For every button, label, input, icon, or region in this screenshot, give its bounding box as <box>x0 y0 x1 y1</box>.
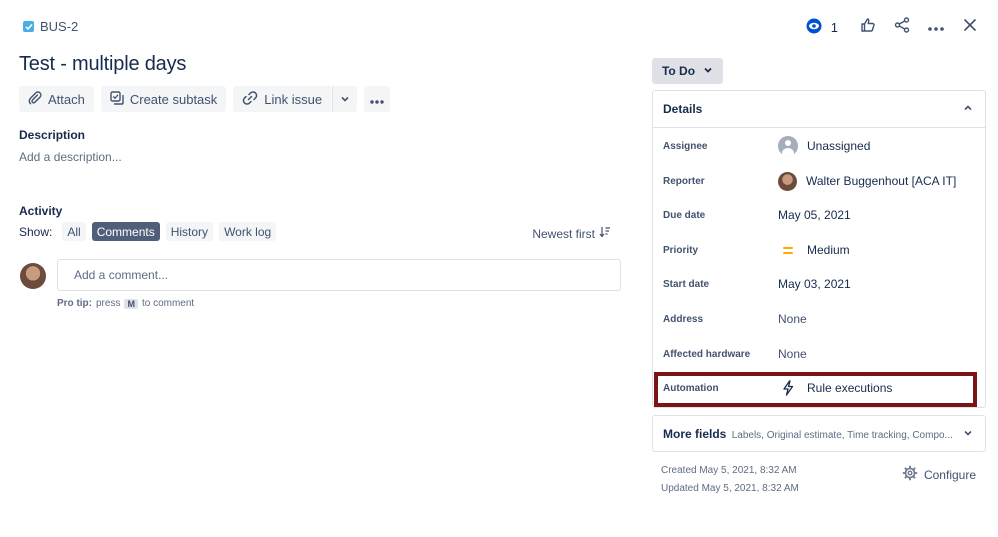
field-affected-hardware[interactable]: Affected hardware None <box>653 337 985 371</box>
field-value: None <box>778 347 807 361</box>
paperclip-icon <box>28 90 42 108</box>
attach-label: Attach <box>48 91 85 107</box>
sort-label: Newest first <box>532 226 595 241</box>
chevron-down-icon <box>703 64 713 78</box>
task-type-icon <box>23 21 34 32</box>
filter-all[interactable]: All <box>62 222 86 241</box>
issue-toolbar: Attach Create subtask Link issue <box>19 86 391 112</box>
details-header[interactable]: Details <box>653 91 985 128</box>
gear-icon <box>902 465 918 484</box>
field-label: Reporter <box>663 175 705 187</box>
more-fields-subtitle: Labels, Original estimate, Time tracking… <box>731 429 953 441</box>
sort-descending-icon <box>599 226 611 241</box>
watch-count: 1 <box>830 19 838 35</box>
show-label: Show: <box>19 224 53 239</box>
configure-label: Configure <box>923 467 976 482</box>
field-value: Unassigned <box>807 139 871 153</box>
more-horizontal-icon <box>370 92 384 107</box>
field-reporter[interactable]: Reporter Walter Buggenhout [ACA IT] <box>653 164 985 198</box>
eye-icon <box>806 18 822 37</box>
field-label: Affected hardware <box>663 348 751 360</box>
create-subtask-label: Create subtask <box>129 91 218 107</box>
issue-key-breadcrumb[interactable]: BUS-2 <box>23 19 78 34</box>
field-label: Due date <box>663 209 706 221</box>
subtask-icon <box>110 90 124 108</box>
automation-highlight-box <box>654 372 977 407</box>
field-assignee[interactable]: Assignee Unassigned <box>653 129 985 163</box>
field-value: May 05, 2021 <box>778 208 851 222</box>
issue-key[interactable]: BUS-2 <box>40 19 78 34</box>
more-horizontal-icon <box>928 18 944 36</box>
details-heading: Details <box>663 102 703 116</box>
link-issue-label: Link issue <box>264 91 323 107</box>
field-label: Assignee <box>663 140 708 152</box>
toolbar-more-button[interactable] <box>364 86 391 112</box>
details-panel: Details Assignee Unassigned Reporter Wal… <box>652 90 986 408</box>
status-dropdown[interactable]: To Do <box>652 58 723 84</box>
add-comment-input[interactable]: Add a comment... <box>57 259 621 291</box>
share-icon <box>894 16 910 38</box>
filter-comments[interactable]: Comments <box>91 222 160 241</box>
created-timestamp: Created May 5, 2021, 8:32 AM <box>661 465 797 476</box>
protip-bold: Pro tip: <box>57 298 92 309</box>
filter-work-log[interactable]: Work log <box>219 222 277 241</box>
sort-order-button[interactable]: Newest first <box>532 226 611 241</box>
updated-timestamp: Updated May 5, 2021, 8:32 AM <box>661 483 799 494</box>
link-issue-dropdown[interactable] <box>332 86 358 112</box>
close-button[interactable] <box>954 14 986 40</box>
field-label: Priority <box>663 244 699 256</box>
create-subtask-button[interactable]: Create subtask <box>100 86 227 112</box>
chevron-down-icon <box>340 92 350 107</box>
field-value: None <box>778 312 807 326</box>
field-due-date[interactable]: Due date May 05, 2021 <box>653 198 985 232</box>
field-value: Medium <box>807 243 850 257</box>
field-priority[interactable]: Priority Medium <box>653 233 985 267</box>
unassigned-avatar-icon <box>778 136 798 156</box>
field-start-date[interactable]: Start date May 03, 2021 <box>653 267 985 301</box>
protip-tail: to comment <box>141 298 195 309</box>
pro-tip: Pro tip: press M to comment <box>57 298 194 309</box>
chevron-down-icon <box>963 425 973 443</box>
field-value: May 03, 2021 <box>778 277 851 291</box>
issue-title[interactable]: Test - multiple days <box>19 53 186 76</box>
field-label: Start date <box>663 278 710 290</box>
more-fields-title: More fields <box>663 426 727 441</box>
field-label: Address <box>663 313 704 325</box>
header-actions: 1 <box>806 14 986 40</box>
chevron-up-icon <box>963 102 973 116</box>
link-icon <box>242 90 258 109</box>
activity-filter-row: Show: All Comments History Work log <box>19 222 277 241</box>
current-user-avatar <box>20 263 46 289</box>
attach-button[interactable]: Attach <box>19 86 94 112</box>
reporter-avatar <box>778 171 797 191</box>
description-heading: Description <box>19 128 86 142</box>
shortcut-key: M <box>124 298 138 309</box>
field-value: Walter Buggenhout [ACA IT] <box>806 174 957 188</box>
more-fields-section[interactable]: More fields Labels, Original estimate, T… <box>652 415 986 452</box>
link-issue-button[interactable]: Link issue <box>233 86 332 112</box>
close-icon <box>963 18 977 37</box>
watch-button[interactable]: 1 <box>806 18 838 37</box>
status-label: To Do <box>661 64 696 78</box>
filter-history[interactable]: History <box>165 222 214 241</box>
vote-button[interactable] <box>852 14 884 40</box>
field-address[interactable]: Address None <box>653 302 985 336</box>
protip-press: press <box>96 298 121 309</box>
description-input[interactable]: Add a description... <box>19 150 122 164</box>
configure-button[interactable]: Configure <box>902 465 976 484</box>
thumbs-up-icon <box>860 17 876 38</box>
priority-medium-icon <box>778 246 798 254</box>
activity-heading: Activity <box>19 204 63 218</box>
more-actions-button[interactable] <box>920 14 952 40</box>
share-button[interactable] <box>886 14 918 40</box>
